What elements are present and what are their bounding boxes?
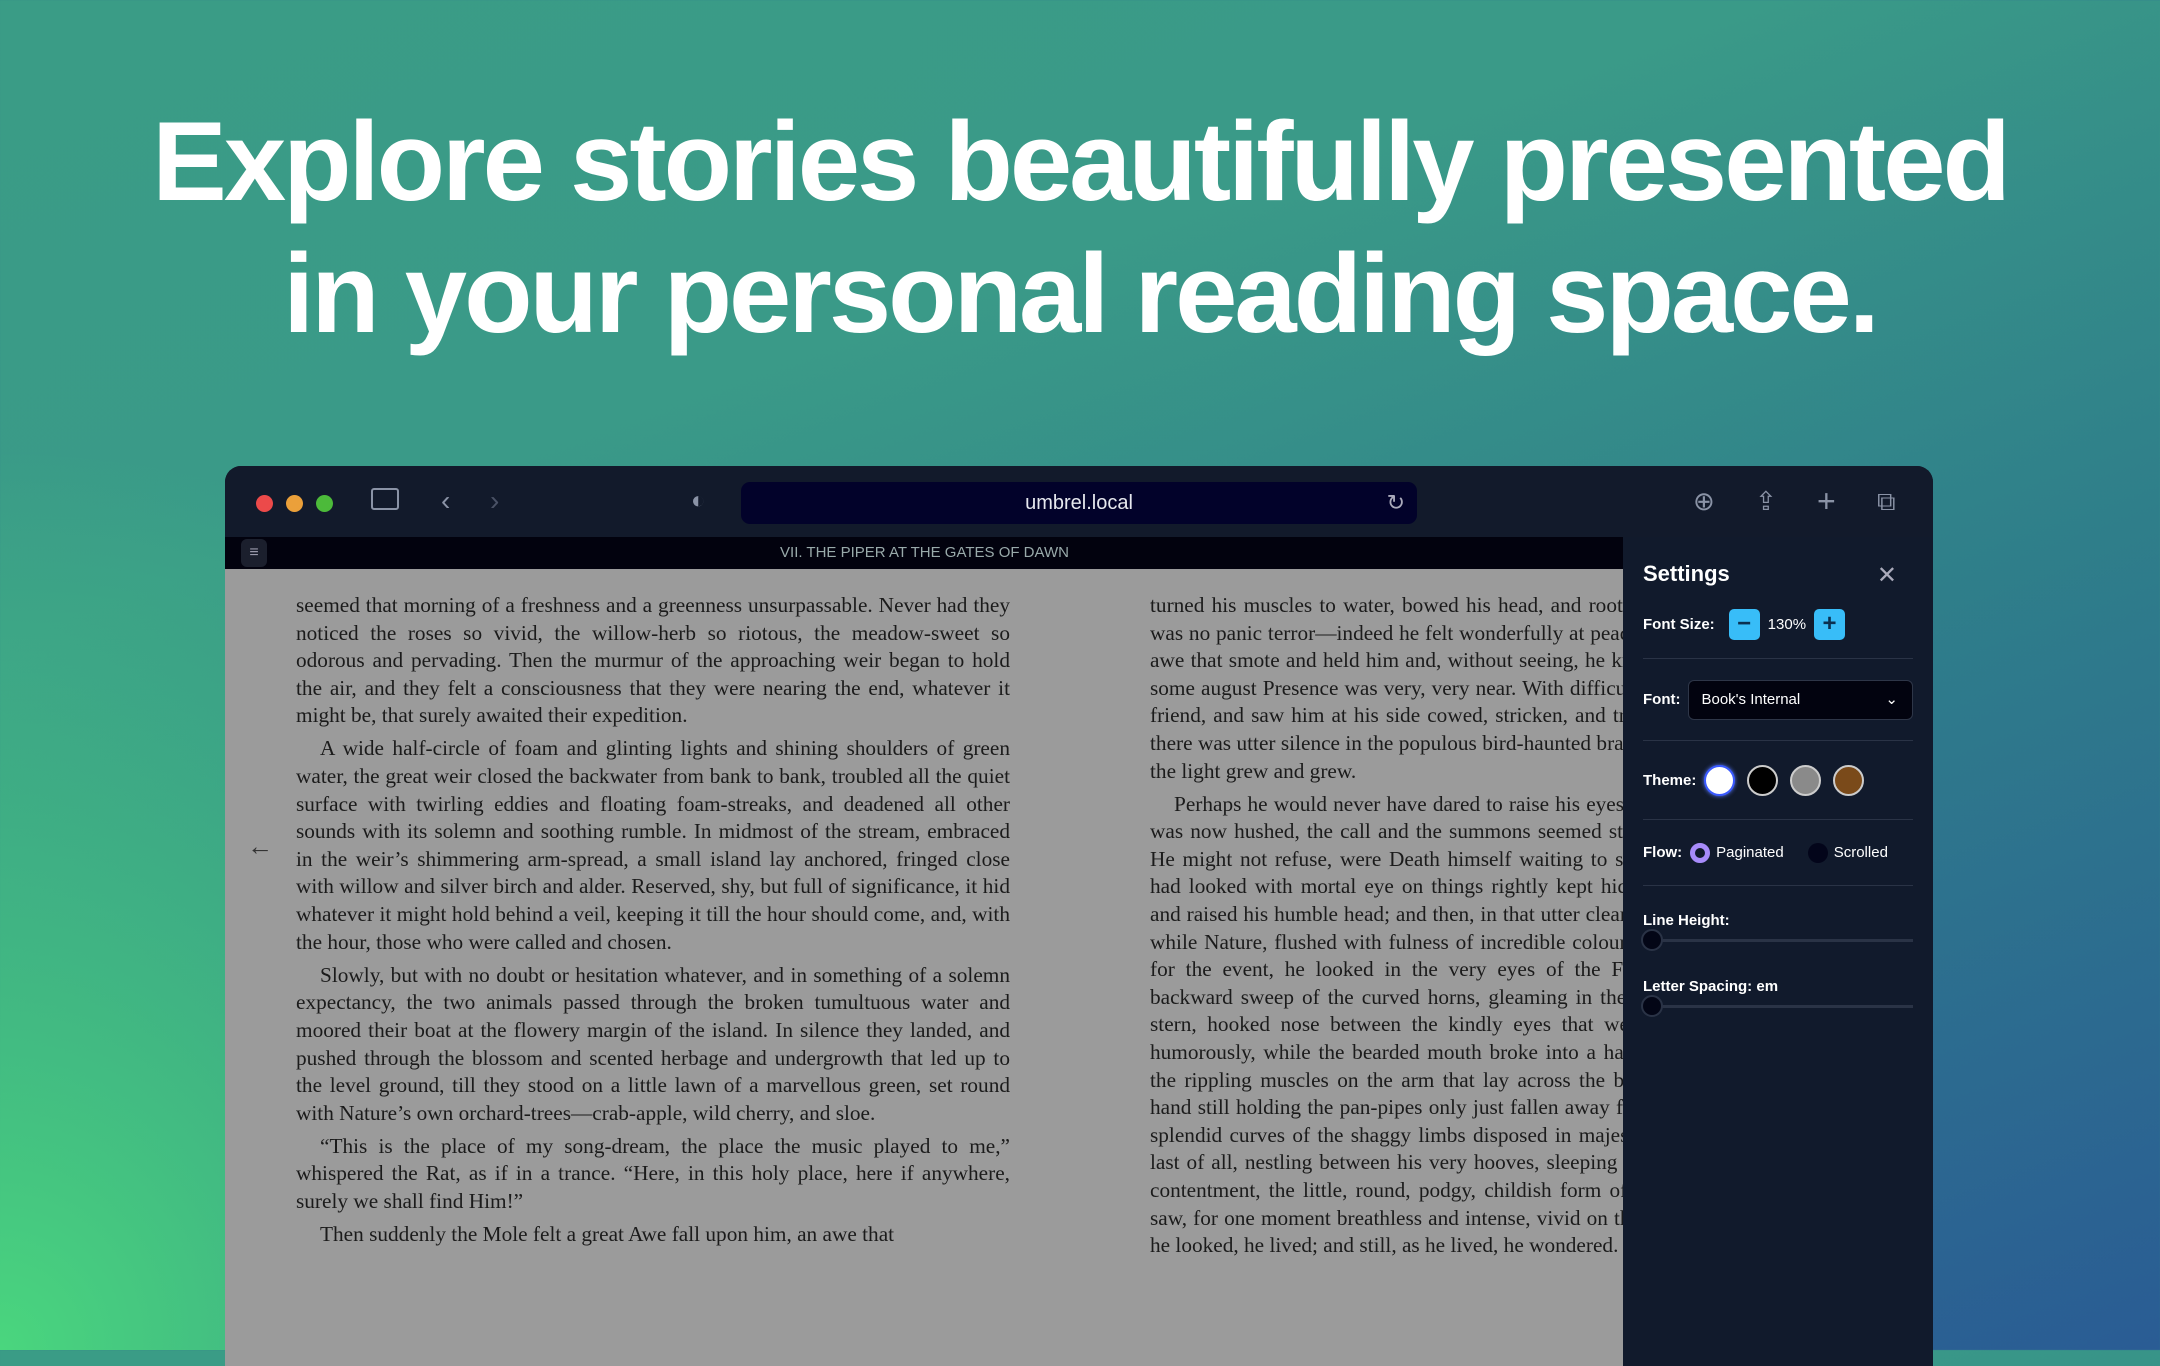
browser-window: ‹ › ◐ umbrel.local ↻ ⊕ ⇪ + ⧉ ≡ VII. THE …	[225, 466, 1933, 1366]
shield-icon[interactable]: ◐	[691, 486, 706, 516]
font-label: Font:	[1643, 691, 1681, 708]
paragraph: Perhaps he would never have dared to rai…	[1150, 791, 1624, 1258]
flow-scrolled-label: Scrolled	[1833, 844, 1888, 861]
paragraph: “This is the place of my song-dream, the…	[296, 1133, 1010, 1213]
line-height-label: Line Height:	[1643, 912, 1730, 929]
paragraph: Slowly, but with no doubt or hesitation …	[296, 962, 1010, 1125]
letter-spacing-slider[interactable]	[1641, 995, 1913, 1017]
flow-paginated-radio[interactable]	[1690, 842, 1711, 863]
back-icon[interactable]: ‹	[441, 486, 450, 516]
browser-toolbar: ‹ › ◐ umbrel.local ↻ ⊕ ⇪ + ⧉	[225, 466, 1933, 537]
sidebar-toggle-icon[interactable]	[371, 488, 399, 510]
chapter-title: VII. THE PIPER AT THE GATES OF DAWN	[780, 544, 1069, 561]
font-select-value: Book's Internal	[1701, 690, 1801, 708]
close-window-button[interactable]	[256, 495, 273, 512]
address-bar[interactable]: umbrel.local ↻	[741, 482, 1417, 524]
font-size-label: Font Size:	[1643, 616, 1715, 633]
font-row: Font: Book's Internal ⌄	[1643, 659, 1913, 741]
theme-label: Theme:	[1643, 771, 1697, 789]
settings-panel: Settings ✕ Font Size: − 130% + Font: Boo…	[1623, 537, 1933, 1366]
flow-paginated-label: Paginated	[1716, 844, 1784, 861]
paragraph: turned his muscles to water, bowed his h…	[1150, 593, 1624, 783]
close-settings-icon[interactable]: ✕	[1877, 561, 1897, 590]
minimize-window-button[interactable]	[286, 495, 303, 512]
right-column: turned his muscles to water, bowed his h…	[1150, 592, 1624, 1265]
headline: Explore stories beautifully presented in…	[0, 96, 2160, 360]
chapter-bar: ≡ VII. THE PIPER AT THE GATES OF DAWN	[225, 537, 1624, 569]
forward-icon[interactable]: ›	[490, 486, 499, 516]
letter-spacing-slider-thumb[interactable]	[1641, 995, 1663, 1017]
paragraph: seemed that morning of a freshness and a…	[296, 593, 1010, 728]
increase-font-button[interactable]: +	[1814, 609, 1846, 640]
share-icon[interactable]: ⇪	[1755, 486, 1777, 516]
letter-spacing-label: Letter Spacing: em	[1643, 978, 1779, 995]
new-tab-icon[interactable]: +	[1817, 485, 1836, 517]
font-size-value: 130%	[1767, 616, 1807, 633]
settings-title: Settings	[1643, 561, 1730, 586]
menu-icon[interactable]: ≡	[241, 539, 267, 567]
download-icon[interactable]: ⊕	[1693, 486, 1715, 516]
chevron-down-icon: ⌄	[1885, 690, 1898, 708]
url-text: umbrel.local	[1025, 492, 1133, 514]
flow-row: Flow: Paginated Scrolled	[1643, 820, 1913, 886]
font-select[interactable]: Book's Internal ⌄	[1688, 679, 1913, 720]
previous-page-arrow-icon[interactable]: ←	[247, 831, 273, 862]
line-height-slider[interactable]	[1641, 929, 1913, 951]
paragraph: Then suddenly the Mole felt a great Awe …	[320, 1222, 895, 1247]
flow-scrolled-radio[interactable]	[1807, 842, 1828, 863]
theme-row: Theme:	[1643, 741, 1913, 820]
decrease-font-button[interactable]: −	[1728, 609, 1760, 640]
left-column: seemed that morning of a freshness and a…	[296, 592, 1010, 1254]
font-size-row: Font Size: − 130% +	[1643, 591, 1913, 659]
theme-black-swatch[interactable]	[1747, 764, 1779, 796]
headline-line-1: Explore stories beautifully presented	[152, 99, 2011, 224]
headline-line-2: in your personal reading space.	[283, 231, 1880, 356]
tabs-overview-icon[interactable]: ⧉	[1877, 486, 1896, 516]
reload-icon[interactable]: ↻	[1387, 482, 1405, 524]
theme-white-swatch[interactable]	[1704, 764, 1736, 796]
theme-gray-swatch[interactable]	[1790, 764, 1822, 796]
paragraph: A wide half-circle of foam and glinting …	[296, 736, 1010, 954]
book-page: ← seemed that morning of a freshness and…	[225, 569, 1624, 1366]
theme-sepia-swatch[interactable]	[1833, 764, 1865, 796]
line-height-slider-thumb[interactable]	[1641, 929, 1663, 951]
maximize-window-button[interactable]	[316, 495, 333, 512]
flow-label: Flow:	[1643, 844, 1683, 861]
